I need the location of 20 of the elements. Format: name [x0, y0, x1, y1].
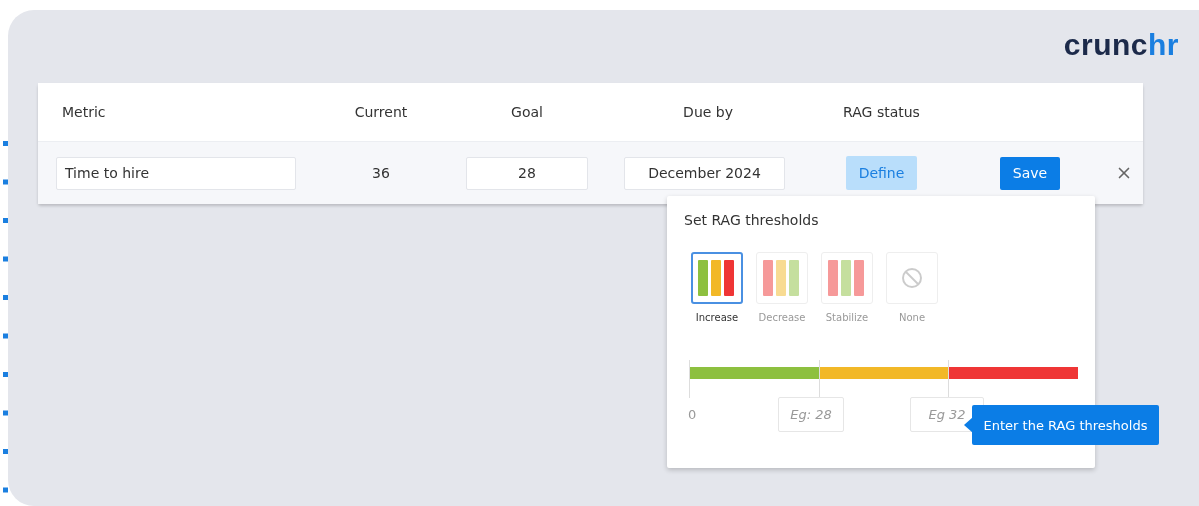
due-date-field[interactable]: December 2024: [624, 156, 785, 190]
column-header: Due by: [683, 104, 733, 120]
column-header: Current: [354, 104, 408, 120]
threshold-field[interactable]: Eg: 28: [778, 397, 844, 432]
traffic-bars-icon: [698, 260, 736, 296]
goal-field[interactable]: 28: [466, 156, 588, 190]
brand-logo: crunchr: [1063, 30, 1179, 63]
ban-icon: [901, 267, 923, 289]
popover-title: Set RAG thresholds: [684, 212, 819, 228]
traffic-bars-icon: [828, 260, 866, 296]
tooltip: Enter the RAG thresholds: [972, 405, 1159, 445]
save-button[interactable]: Save: [1000, 156, 1060, 190]
current-value: 36: [372, 165, 390, 181]
column-header: RAG status: [843, 104, 920, 120]
metric-field[interactable]: Time to hire: [56, 156, 296, 190]
column-header: Metric: [61, 104, 106, 120]
column-header: Goal: [511, 104, 543, 120]
define-button[interactable]: Define: [845, 156, 918, 190]
traffic-bars-icon: [763, 260, 801, 296]
scale-start-label: 0: [688, 407, 697, 422]
